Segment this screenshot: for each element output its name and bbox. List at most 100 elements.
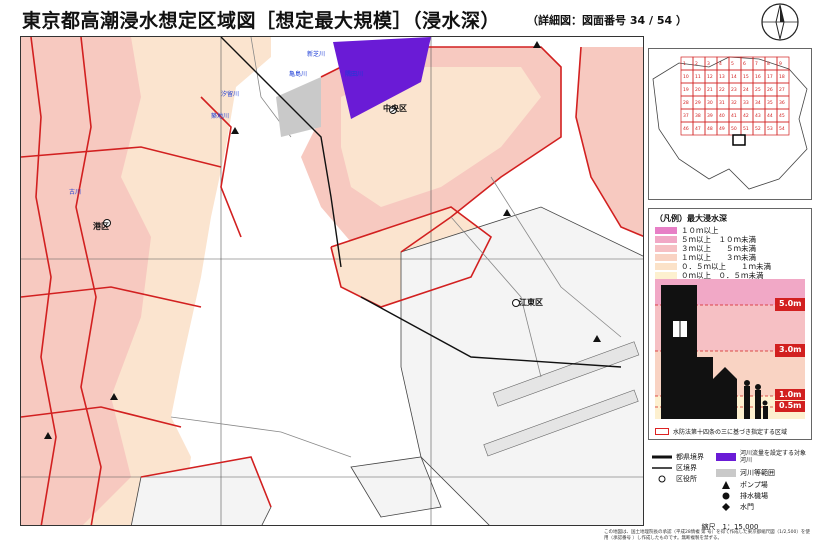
index-cell-number: 52 bbox=[755, 126, 761, 132]
index-cell-number: 7 bbox=[755, 61, 758, 67]
legend-swatch bbox=[655, 227, 677, 234]
index-cell-number: 25 bbox=[755, 87, 761, 93]
index-cell-number: 13 bbox=[719, 74, 725, 80]
index-cell-number: 18 bbox=[779, 74, 785, 80]
ward-office-label: 区役所 bbox=[676, 475, 697, 483]
index-cell-number: 3 bbox=[707, 61, 710, 67]
depth-mark-3m: 3.0m bbox=[779, 345, 802, 354]
legend-label: ０．５ｍ以上 １ｍ未満 bbox=[681, 262, 771, 271]
north-arrow-icon bbox=[761, 3, 799, 41]
index-cell-number: 30 bbox=[707, 100, 713, 106]
index-cell-number: 9 bbox=[779, 61, 782, 67]
legend-row: ０．５ｍ以上 １ｍ未満 bbox=[655, 262, 805, 271]
legend-row: １０ｍ以上 bbox=[655, 226, 805, 235]
label-river-3: 築地川 bbox=[211, 113, 230, 120]
sheet-number: （詳細図：図面番号 34 / 54 ） bbox=[527, 14, 687, 27]
index-map[interactable]: 1 2 3 4 5 6 7 8 9 10 11 12 13 14 15 16 17 18 19 20 21 22 23 24 2… bbox=[648, 48, 812, 200]
legend-label: １ｍ以上 ３ｍ未満 bbox=[681, 253, 756, 262]
index-cell-number: 49 bbox=[719, 126, 725, 132]
label-minato: 港区 bbox=[93, 222, 109, 231]
index-cell-number: 35 bbox=[767, 100, 773, 106]
index-cell-number: 22 bbox=[719, 87, 725, 93]
ward-border-label: 区境界 bbox=[676, 464, 697, 472]
index-cell-number: 24 bbox=[743, 87, 749, 93]
index-cell-number: 46 bbox=[683, 126, 689, 132]
gate-icon bbox=[716, 503, 736, 511]
depth-mark-5m: 5.0m bbox=[779, 299, 802, 308]
index-map-canvas: 1 2 3 4 5 6 7 8 910 11 12 13 14 15 16 17 1819 20 21 22 23 24 2… bbox=[652, 56, 808, 190]
index-cell-number: 33 bbox=[743, 100, 749, 106]
legend-row: １ｍ以上 ３ｍ未満 bbox=[655, 253, 805, 262]
legend-label: １０ｍ以上 bbox=[681, 226, 719, 235]
index-cell-number: 17 bbox=[767, 74, 773, 80]
target-river-label: 河川流量を設定する対象河川 bbox=[740, 450, 807, 464]
label-river-2: 隅田川 bbox=[345, 71, 364, 78]
index-cell-number: 43 bbox=[755, 113, 761, 119]
index-cell-number: 15 bbox=[743, 74, 749, 80]
legend-swatch bbox=[655, 245, 677, 252]
index-cell-number: 39 bbox=[707, 113, 713, 119]
legend-panel: （凡例）最大浸水深 １０ｍ以上 ５ｍ以上 １０ｍ未満 ３ｍ以上 ５ｍ未満 １ｍ以上 ３… bbox=[648, 208, 812, 440]
index-cell-number: 23 bbox=[731, 87, 737, 93]
index-cell-number: 27 bbox=[779, 87, 785, 93]
index-cell-number: 31 bbox=[719, 100, 725, 106]
map-canvas bbox=[21, 37, 643, 525]
drain-label: 排水機場 bbox=[740, 492, 768, 500]
label-river-6: 新芝川 bbox=[307, 51, 326, 58]
index-cell-number: 5 bbox=[731, 61, 734, 67]
designated-area-note: 水防法第十四条の三に基づき指定する区域 bbox=[655, 427, 787, 436]
legend-row: ３ｍ以上 ５ｍ未満 bbox=[655, 244, 805, 253]
symbol-legend: 都県境界 区境界 区役所 河川流量を設定する対象河川 河川等範囲 ポンプ場 排水… bbox=[648, 448, 812, 520]
index-cell-number: 11 bbox=[695, 74, 701, 80]
label-river-5: 汐留川 bbox=[221, 91, 240, 98]
designated-area-swatch bbox=[655, 428, 669, 435]
index-cell-number: 21 bbox=[707, 87, 713, 93]
legend-label: ５ｍ以上 １０ｍ未満 bbox=[681, 235, 756, 244]
ward-office-icon bbox=[652, 475, 672, 483]
index-cell-number: 42 bbox=[743, 113, 749, 119]
pump-label: ポンプ場 bbox=[740, 481, 768, 489]
index-cell-number: 51 bbox=[743, 126, 749, 132]
gate-label: 水門 bbox=[740, 503, 754, 511]
legend-title: （凡例）最大浸水深 bbox=[655, 214, 727, 223]
index-cell-number: 6 bbox=[743, 61, 746, 67]
map-title: 東京都高潮浸水想定区域図［想定最大規模］（浸水深） bbox=[22, 10, 501, 32]
legend-swatch bbox=[655, 236, 677, 243]
index-cell-number: 28 bbox=[683, 100, 689, 106]
index-cell-number: 16 bbox=[755, 74, 761, 80]
footnote: この地図は、国土地理院長の承認（平成28情複 第 号）を得て作成した東京都縮尺図… bbox=[604, 530, 810, 541]
legend-swatch bbox=[655, 272, 677, 279]
index-cell-number: 2 bbox=[695, 61, 698, 67]
depth-mark-1m: 1.0m bbox=[779, 390, 802, 399]
index-cell-number: 12 bbox=[707, 74, 713, 80]
legend-label: ３ｍ以上 ５ｍ未満 bbox=[681, 244, 756, 253]
index-cell-number: 37 bbox=[683, 113, 689, 119]
index-cell-number: 14 bbox=[731, 74, 737, 80]
index-cell-number: 44 bbox=[767, 113, 773, 119]
index-cell-number: 41 bbox=[731, 113, 737, 119]
index-cell-number: 26 bbox=[767, 87, 773, 93]
index-cell-number: 36 bbox=[779, 100, 785, 106]
label-river-1: 亀島川 bbox=[289, 71, 308, 78]
legend-swatch bbox=[655, 254, 677, 261]
depth-mark-05m: 0.5m bbox=[779, 401, 802, 410]
index-cell-number: 54 bbox=[779, 126, 785, 132]
river-area-label: 河川等範囲 bbox=[740, 469, 775, 477]
index-cell-number: 48 bbox=[707, 126, 713, 132]
index-cell-number: 45 bbox=[779, 113, 785, 119]
index-cell-number: 10 bbox=[683, 74, 689, 80]
legend-swatch bbox=[655, 263, 677, 270]
pump-icon bbox=[716, 481, 736, 489]
index-cell-number: 47 bbox=[695, 126, 701, 132]
index-cell-number: 19 bbox=[683, 87, 689, 93]
index-cell-number: 53 bbox=[767, 126, 773, 132]
label-chuo: 中央区 bbox=[383, 104, 407, 113]
pref-border-label: 都県境界 bbox=[676, 453, 704, 461]
label-koto: 江東区 bbox=[519, 298, 543, 307]
index-cell-number: 32 bbox=[731, 100, 737, 106]
index-cell-number: 38 bbox=[695, 113, 701, 119]
index-cell-number: 40 bbox=[719, 113, 725, 119]
drain-icon bbox=[716, 492, 736, 500]
index-cell-number: 20 bbox=[695, 87, 701, 93]
main-map[interactable]: 中央区 港区 江東区 亀島川 隅田川 築地川 古川 汐留川 新芝川 bbox=[20, 36, 644, 526]
